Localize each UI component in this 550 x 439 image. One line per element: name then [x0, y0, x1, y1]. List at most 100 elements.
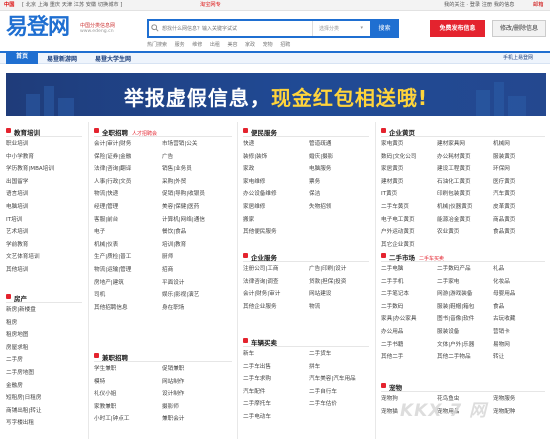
category-link[interactable]: 古玩收藏 — [493, 316, 515, 323]
category-link[interactable]: 票务 — [309, 179, 320, 186]
nav-students[interactable]: 易登大学生网 — [95, 54, 131, 63]
category-link[interactable]: 化妆品 — [493, 279, 510, 286]
category-link[interactable]: 网站建设 — [309, 291, 331, 298]
category-link[interactable]: 家居维修 — [243, 204, 265, 211]
category-link[interactable]: 电脑服务 — [309, 166, 331, 173]
nav-home[interactable]: 首页 — [6, 51, 38, 64]
hot-keyword[interactable]: 宠物 — [263, 42, 273, 48]
category-link[interactable]: 食品 — [493, 304, 504, 311]
hot-keyword[interactable]: 家政 — [245, 42, 255, 48]
category-link[interactable]: 二手车估价 — [309, 401, 337, 408]
category-link[interactable]: 家电黄页 — [381, 141, 403, 148]
category-link[interactable]: 其他便民服务 — [243, 229, 277, 236]
category-link[interactable]: 租房地图 — [6, 332, 28, 339]
category-link[interactable]: 宠物猫 — [381, 409, 398, 416]
login-links[interactable]: 我的关注 · 登录 注册 我的信息 — [444, 2, 515, 8]
category-link[interactable]: 数码|文化公司 — [381, 154, 416, 161]
category-link[interactable]: 礼品 — [493, 266, 504, 273]
post-info-button[interactable]: 免费发布信息 — [430, 20, 485, 37]
category-link[interactable]: 家政 — [243, 166, 254, 173]
category-link[interactable]: 网游|游戏装备 — [437, 291, 472, 298]
category-link[interactable]: 法律咨询|调查 — [243, 279, 278, 286]
category-link[interactable]: 快递 — [243, 141, 254, 148]
category-link[interactable]: 短租房|日租房 — [6, 395, 41, 402]
category-link[interactable]: 美容|保健|医药 — [162, 204, 199, 211]
category-link[interactable]: 机械网 — [493, 141, 510, 148]
category-link[interactable]: 服装|鞋帽|箱包 — [437, 304, 474, 311]
category-link[interactable]: 兼职会计 — [162, 416, 184, 423]
category-link[interactable]: 二手家电 — [437, 279, 459, 286]
edit-info-button[interactable]: 修改/删除信息 — [492, 20, 546, 37]
category-link[interactable]: 建材黄页 — [381, 179, 403, 186]
category-link[interactable]: 机械|仪器黄页 — [437, 204, 472, 211]
category-link[interactable]: 学前教育 — [6, 242, 28, 249]
category-link[interactable]: 招商 — [162, 267, 173, 274]
category-link[interactable]: 二手房 — [6, 357, 23, 364]
category-link[interactable]: 服装设备 — [437, 329, 459, 336]
category-link[interactable]: 环保网 — [493, 166, 510, 173]
category-link[interactable]: 模特 — [94, 379, 105, 386]
category-link[interactable]: 职业培训 — [6, 141, 28, 148]
category-link[interactable]: 医疗黄页 — [493, 179, 515, 186]
category-link[interactable]: 娱乐|影视|演艺 — [162, 292, 199, 299]
category-link[interactable]: 设计制作 — [162, 391, 184, 398]
category-link[interactable]: 文艺体育培训 — [6, 254, 40, 261]
category-link[interactable]: 办公设备维修 — [243, 191, 277, 198]
category-link[interactable]: 餐饮|食品 — [162, 229, 186, 236]
category-link[interactable]: 其他培训 — [6, 267, 28, 274]
category-link[interactable]: 商铺出租|转让 — [6, 408, 41, 415]
category-link[interactable]: 礼仪小姐 — [94, 391, 116, 398]
category-link[interactable]: 摄影师 — [162, 404, 179, 411]
hot-keyword[interactable]: 维修 — [192, 42, 202, 48]
category-link[interactable]: 二手车出售 — [243, 364, 271, 371]
category-link[interactable]: 房屋求租 — [6, 345, 28, 352]
category-link[interactable]: 母婴用品 — [493, 291, 515, 298]
city-switcher[interactable]: [ 北京 上海 重庆 天津 江苏 安徽 切换城市 ] — [22, 2, 122, 8]
category-link[interactable]: 建设工程黄页 — [437, 166, 471, 173]
category-link[interactable]: 促销|导购|收银员 — [162, 191, 205, 198]
category-link[interactable]: 机械|仪表 — [94, 242, 118, 249]
category-link[interactable]: 保洁 — [309, 191, 320, 198]
category-link[interactable]: 写字楼出租 — [6, 420, 34, 427]
category-link[interactable]: 物流|快递 — [94, 191, 118, 198]
category-link[interactable]: 中小学教育 — [6, 154, 34, 161]
category-link[interactable]: 二手笔记本 — [381, 291, 409, 298]
category-link[interactable]: 办公用品 — [381, 329, 403, 336]
category-link[interactable]: 汽车黄页 — [493, 191, 515, 198]
category-link[interactable]: 其他二手 — [381, 354, 403, 361]
category-link[interactable]: 物流 — [309, 304, 320, 311]
category-link[interactable]: 出国留学 — [6, 179, 28, 186]
category-link[interactable]: 物流|运输|管理 — [94, 267, 131, 274]
category-link[interactable]: 电子电工黄页 — [381, 217, 415, 224]
hot-keyword[interactable]: 招聘 — [280, 42, 290, 48]
category-link[interactable]: 二手货车 — [309, 351, 331, 358]
hot-link[interactable]: 淘宝网专 — [200, 2, 221, 8]
category-link[interactable]: 印刷包装黄页 — [437, 191, 471, 198]
category-link[interactable]: 二手摩托车 — [243, 401, 271, 408]
category-link[interactable]: 其他二手物品 — [437, 354, 471, 361]
category-link[interactable]: 转让 — [493, 354, 504, 361]
category-link[interactable]: 小时工|钟点工 — [94, 416, 129, 423]
category-link[interactable]: 客服|前台 — [94, 217, 118, 224]
category-link[interactable]: 建材家具网 — [437, 141, 465, 148]
category-link[interactable]: 培训|教育 — [162, 242, 186, 249]
category-link[interactable]: 学历教育|MBA培训 — [6, 166, 54, 173]
category-link[interactable]: 汽车配件 — [243, 389, 265, 396]
category-link[interactable]: 易物网 — [493, 342, 510, 349]
promo-banner[interactable]: 举报虚假信息，现金红包相送哦! — [6, 73, 546, 116]
category-link[interactable]: 二手书籍 — [381, 342, 403, 349]
category-link[interactable]: 管道疏通 — [309, 141, 331, 148]
category-link[interactable]: 商品黄页 — [493, 217, 515, 224]
category-link[interactable]: 二手手机 — [381, 279, 403, 286]
category-link[interactable]: 服装黄页 — [493, 154, 515, 161]
category-link[interactable]: 人事|行政|文员 — [94, 179, 131, 186]
category-link[interactable]: 贷款|担保|投资 — [309, 279, 346, 286]
category-link[interactable]: 注册公司|工商 — [243, 266, 278, 273]
category-link[interactable]: 搬家 — [243, 217, 254, 224]
category-link[interactable]: 二手电脑 — [381, 266, 403, 273]
hot-keyword[interactable]: 美容 — [227, 42, 237, 48]
category-link[interactable]: 皮革黄页 — [493, 204, 515, 211]
category-link[interactable]: 采购|外贸 — [162, 179, 186, 186]
category-link[interactable]: 汽车美容|汽车用品 — [309, 376, 356, 383]
category-link[interactable]: 电子 — [94, 229, 105, 236]
